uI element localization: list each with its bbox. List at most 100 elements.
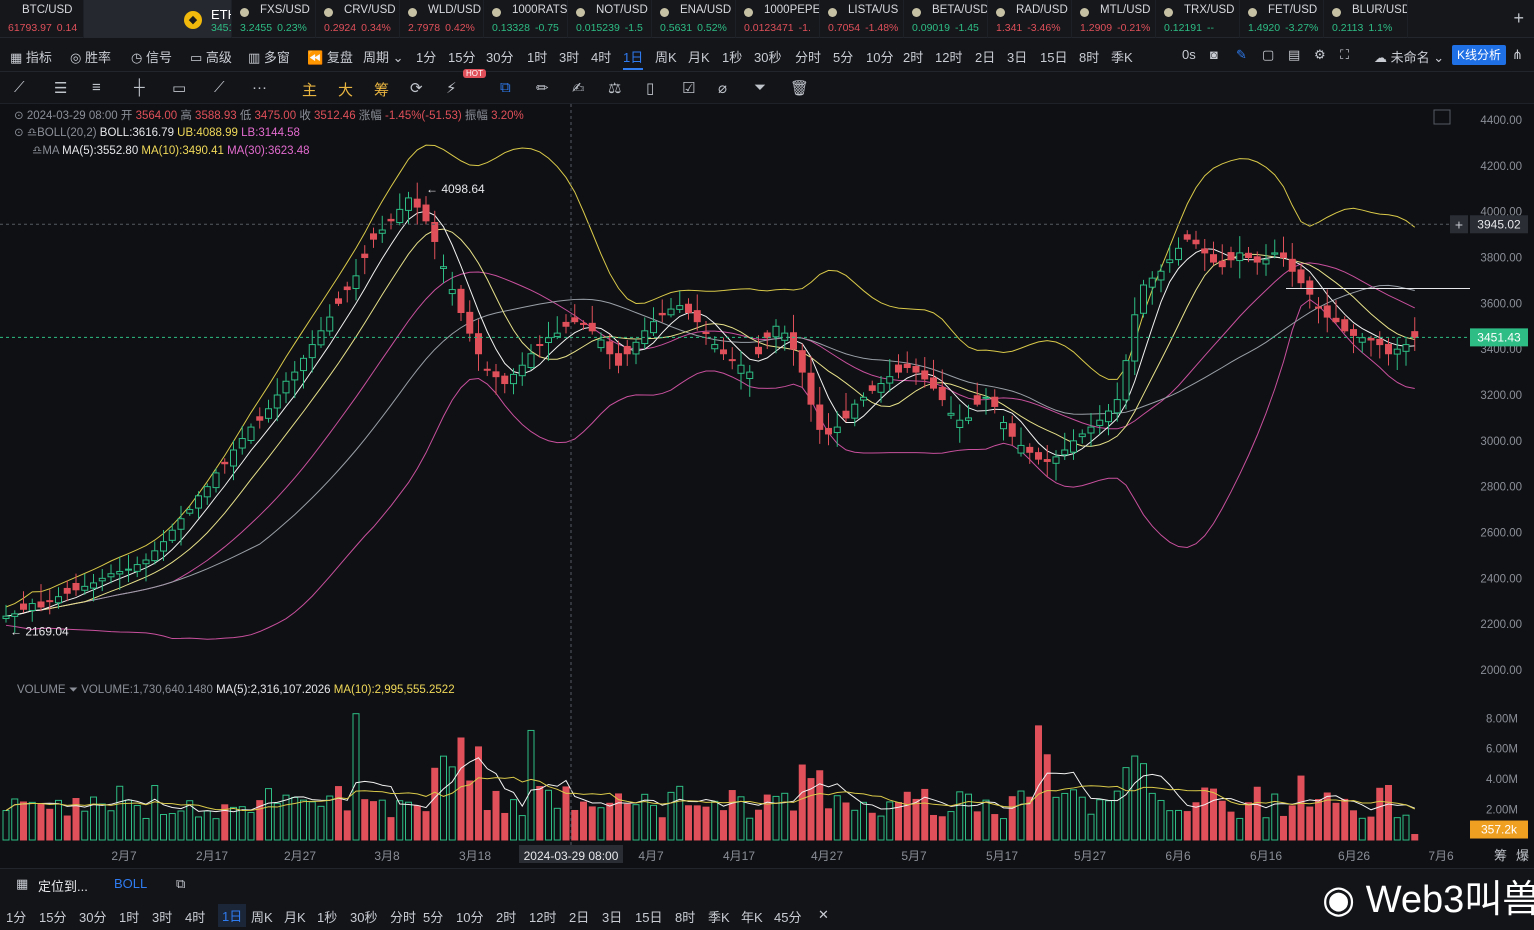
period-23[interactable]: 2日 xyxy=(975,47,995,66)
bottom-period-7[interactable]: 周K xyxy=(251,907,273,926)
ticker-item[interactable]: ◆ ETH/USDT永续3451.440.03% xyxy=(84,0,232,38)
period-17[interactable]: 30秒 xyxy=(754,47,781,66)
bottom-period-9[interactable]: 1秒 xyxy=(317,907,337,926)
horizontal-line-icon[interactable]: ┼ xyxy=(134,79,145,96)
goto-date-button[interactable]: 定位到... xyxy=(38,876,88,895)
settings-icon[interactable]: ⚙ xyxy=(1314,47,1326,63)
calendar-icon[interactable]: ▦ xyxy=(16,876,28,892)
bottom-period-10[interactable]: 30秒 xyxy=(350,907,377,926)
ticker-item[interactable]: FET/USD 1.4920 -3.27% xyxy=(1240,0,1324,38)
ticker-item[interactable]: MTL/USD 1.2909 -0.21% xyxy=(1072,0,1156,38)
period-20[interactable]: 10分 xyxy=(866,47,893,66)
period-16[interactable]: 1秒 xyxy=(722,47,742,66)
trash-icon[interactable]: 🗑 xyxy=(790,79,809,97)
period-7[interactable]: 1分 xyxy=(416,47,436,66)
fullscreen-icon[interactable]: ⛶ xyxy=(1340,47,1349,63)
period-14[interactable]: 周K xyxy=(655,47,677,66)
period-26[interactable]: 8时 xyxy=(1079,47,1099,66)
rectangle-icon[interactable]: ▭ xyxy=(172,79,186,97)
winrate-button[interactable]: ◎ 胜率 xyxy=(70,47,111,66)
bottom-period-11[interactable]: 分时 xyxy=(390,907,416,926)
signal-button[interactable]: ◷ 信号 xyxy=(131,47,172,66)
pen-icon[interactable]: ✏ xyxy=(536,79,549,97)
bottom-period-1[interactable]: 15分 xyxy=(39,907,66,926)
indicators-button[interactable]: ▦ 指标 xyxy=(10,47,52,66)
period-18[interactable]: 分时 xyxy=(795,47,821,66)
eraser-icon[interactable]: ⌀ xyxy=(718,79,727,97)
ticker-item[interactable]: WLD/USD 2.7978 0.42% xyxy=(400,0,484,38)
bottom-period-19[interactable]: 8时 xyxy=(675,907,695,926)
trendline-icon[interactable]: ⟋ xyxy=(14,79,25,96)
compare-icon[interactable]: ⚖ xyxy=(608,79,621,97)
tool-large[interactable]: 大 xyxy=(338,79,353,100)
period-9[interactable]: 30分 xyxy=(486,47,513,66)
period-10[interactable]: 1时 xyxy=(527,47,547,66)
bottom-period-13[interactable]: 10分 xyxy=(456,907,483,926)
filter-icon[interactable]: ⏷ xyxy=(754,79,766,96)
bottom-period-8[interactable]: 月K xyxy=(284,907,306,926)
bottom-period-5[interactable]: 4时 xyxy=(185,907,205,926)
add-tab-icon[interactable]: + xyxy=(1513,8,1524,29)
period-8[interactable]: 15分 xyxy=(448,47,475,66)
cloud-layout-dropdown[interactable]: ☁ 未命名 ⌄ xyxy=(1374,47,1444,66)
period-15[interactable]: 月K xyxy=(688,47,710,66)
refresh-icon[interactable]: ⟳ xyxy=(410,79,423,97)
replay-button[interactable]: ⏪ 复盘 xyxy=(307,47,353,66)
period-25[interactable]: 15日 xyxy=(1040,47,1067,66)
hlines-icon[interactable]: ☰ xyxy=(54,79,67,97)
advanced-button[interactable]: ▭ 高级 xyxy=(190,47,232,66)
bottom-period-21[interactable]: 年K xyxy=(741,907,763,926)
bottom-period-12[interactable]: 5分 xyxy=(423,907,443,926)
bottom-period-18[interactable]: 15日 xyxy=(635,907,662,926)
magic-tool-icon[interactable]: ⚡ xyxy=(446,79,457,97)
period-22[interactable]: 12时 xyxy=(935,47,962,66)
brush-icon[interactable]: ✍ xyxy=(572,79,585,97)
candlestick-chart[interactable]: 4400.004200.004000.003800.003600.003400.… xyxy=(0,104,1534,868)
period-11[interactable]: 3时 xyxy=(559,47,579,66)
bottom-period-14[interactable]: 2时 xyxy=(496,907,516,926)
bottom-period-15[interactable]: 12时 xyxy=(529,907,556,926)
period-27[interactable]: 季K xyxy=(1111,47,1133,66)
ticker-item[interactable]: LISTA/US 0.7054 -1.48% xyxy=(820,0,904,38)
external-icon[interactable]: ⧉ xyxy=(176,876,185,892)
ticker-item[interactable]: 1000RATS 0.13328 -0.75 xyxy=(484,0,568,38)
bottom-period-20[interactable]: 季K xyxy=(708,907,730,926)
edit-icon[interactable]: ✎ xyxy=(1236,47,1247,63)
more-tools-icon[interactable]: ··· xyxy=(252,79,267,96)
tool-main[interactable]: 主 xyxy=(302,79,317,100)
boll-tab[interactable]: BOLL xyxy=(114,876,147,891)
ticker-item[interactable]: RAD/USD 1.341 -3.46% xyxy=(988,0,1072,38)
period-dropdown[interactable]: 周期 ⌄ xyxy=(363,47,404,66)
period-19[interactable]: 5分 xyxy=(833,47,853,66)
ticker-item[interactable]: ENA/USD 0.5631 0.52% xyxy=(652,0,736,38)
ticker-item[interactable]: FXS/USD 3.2455 0.23% xyxy=(232,0,316,38)
magnet-icon[interactable]: ⧉ xyxy=(500,79,511,96)
bottom-period-16[interactable]: 2日 xyxy=(569,907,589,926)
bottom-period-4[interactable]: 3时 xyxy=(152,907,172,926)
ray-icon[interactable]: ⟋ xyxy=(214,79,225,96)
period-13[interactable]: 1日 xyxy=(623,47,644,70)
close-icon[interactable]: ✕ xyxy=(818,907,829,923)
ticker-item[interactable]: TRX/USD 0.12191 -- xyxy=(1156,0,1240,38)
bottom-period-2[interactable]: 30分 xyxy=(79,907,106,926)
period-21[interactable]: 2时 xyxy=(903,47,923,66)
checklist-icon[interactable]: ☑ xyxy=(682,79,695,97)
bottom-period-6[interactable]: 1日 xyxy=(218,904,247,927)
bottom-period-0[interactable]: 1分 xyxy=(6,907,26,926)
layout-icon[interactable]: ▤ xyxy=(1288,47,1300,63)
ticker-item[interactable]: 1000PEPE 0.0123471 -1. xyxy=(736,0,820,38)
share-icon[interactable]: ⋔ xyxy=(1512,47,1523,63)
period-12[interactable]: 4时 xyxy=(591,47,611,66)
period-24[interactable]: 3日 xyxy=(1007,47,1027,66)
multi-window-button[interactable]: ▥ 多窗 xyxy=(248,47,290,66)
kline-analysis-button[interactable]: K线分析 xyxy=(1452,45,1506,65)
ticker-item[interactable]: CRV/USD 0.2924 0.34% xyxy=(316,0,400,38)
ticker-item[interactable]: BETA/USD 0.09019 -1.45 xyxy=(904,0,988,38)
bottom-period-22[interactable]: 45分 xyxy=(774,907,801,926)
tool-chips[interactable]: 筹 xyxy=(374,79,389,100)
ticker-item[interactable]: BLUR/USD 0.2113 1.1% xyxy=(1324,0,1408,38)
window-icon[interactable]: ▢ xyxy=(1262,47,1274,63)
parallel-lines-icon[interactable]: ≡ xyxy=(92,79,101,96)
bottom-period-17[interactable]: 3日 xyxy=(602,907,622,926)
bottom-period-3[interactable]: 1时 xyxy=(119,907,139,926)
